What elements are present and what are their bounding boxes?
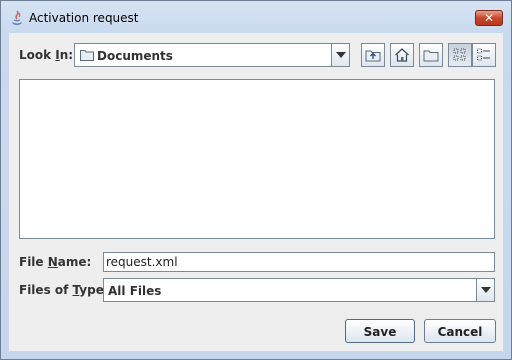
chevron-down-icon[interactable] [331,44,349,66]
look-in-combo[interactable]: Documents [74,43,350,67]
window-title: Activation request [29,11,139,25]
new-folder-icon [423,50,439,62]
files-of-type-label: Files of Type: [19,283,109,297]
details-view-icon [477,48,490,61]
files-of-type-value: All Files [108,284,162,298]
list-view-icon [453,48,466,61]
folder-icon [80,50,94,61]
home-button[interactable] [390,43,414,67]
dialog-window: Activation request ✕ Look In: Documents [0,0,512,360]
look-in-label: Look In: [19,48,74,62]
up-folder-icon [365,50,381,62]
home-icon [395,48,409,62]
file-name-input[interactable] [103,252,495,272]
close-icon: ✕ [483,11,495,25]
file-name-label: File Name: [19,255,92,269]
chevron-down-icon[interactable] [476,279,494,301]
files-of-type-combo[interactable]: All Files [103,278,495,302]
close-button[interactable]: ✕ [475,10,503,26]
up-one-level-button[interactable] [361,43,385,67]
java-app-icon [12,10,22,25]
list-view-button[interactable] [448,43,472,67]
new-folder-button[interactable] [419,43,443,67]
file-list-pane[interactable] [19,79,495,239]
cancel-button[interactable]: Cancel [424,319,496,343]
details-view-button[interactable] [472,43,496,67]
look-in-value: Documents [97,49,173,63]
title-bar[interactable]: Activation request ✕ [1,1,511,33]
dialog-content: Look In: Documents File Name: request.xm… [9,33,503,351]
save-button[interactable]: Save [345,319,415,343]
